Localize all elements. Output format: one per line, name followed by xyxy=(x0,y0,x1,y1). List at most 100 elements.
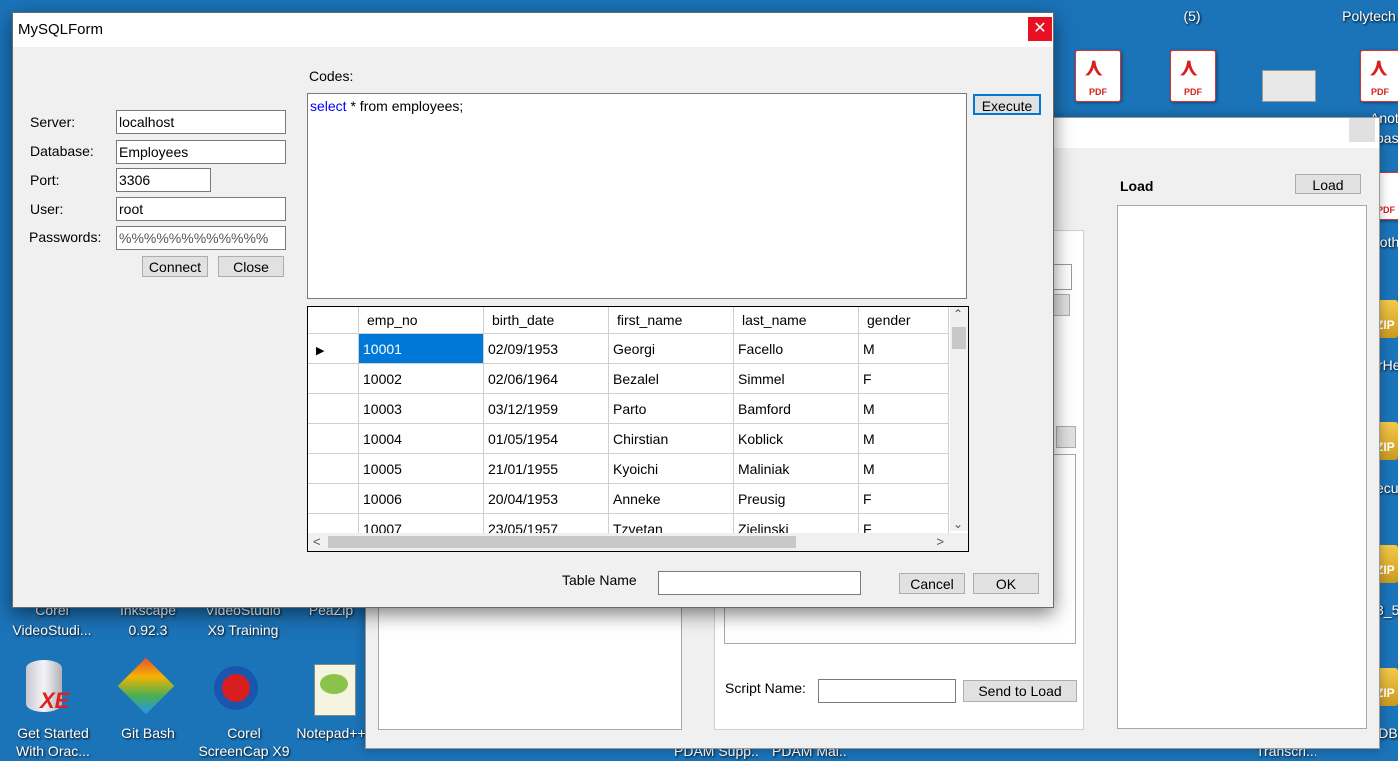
git-bash-icon[interactable] xyxy=(117,657,178,720)
grid-cell[interactable]: Facello xyxy=(733,333,859,364)
desktop-icon-label[interactable]: Git Bash xyxy=(108,723,188,743)
execute-button[interactable]: Execute xyxy=(973,94,1041,115)
scroll-down-icon[interactable]: ⌄ xyxy=(953,517,963,531)
grid-cell[interactable]: 10006 xyxy=(358,483,484,514)
desktop-icon-label[interactable]: VideoStudi... xyxy=(8,620,96,640)
grid-cell[interactable]: 01/05/1954 xyxy=(483,423,609,454)
sql-keyword: select xyxy=(310,98,347,114)
table-row[interactable]: ▶ 10001 02/09/1953 Georgi Facello M xyxy=(308,333,949,364)
pdf-icon[interactable]: ⋏ PDF xyxy=(1170,50,1216,102)
desktop-icon-label[interactable]: Notepad++ xyxy=(296,723,366,743)
desktop-icon-label[interactable]: Corel xyxy=(196,723,292,743)
load-button[interactable]: Load xyxy=(1295,174,1361,194)
document-icon[interactable] xyxy=(1262,70,1316,102)
horizontal-scrollbar[interactable]: < > xyxy=(308,533,950,551)
grid-corner-header[interactable] xyxy=(308,307,359,334)
row-header[interactable] xyxy=(308,453,359,484)
grid-cell[interactable]: 10005 xyxy=(358,453,484,484)
row-header[interactable] xyxy=(308,363,359,394)
corel-screencap-icon[interactable] xyxy=(210,660,270,720)
vertical-scrollbar[interactable]: ⌃ ⌄ xyxy=(950,307,968,531)
desktop-icon-label[interactable]: X9 Training xyxy=(198,620,288,640)
scroll-up-icon[interactable]: ⌃ xyxy=(953,307,963,321)
grid-cell[interactable]: Kyoichi xyxy=(608,453,734,484)
grid-cell[interactable]: Koblick xyxy=(733,423,859,454)
grid-cell[interactable]: M xyxy=(858,333,949,364)
passwords-input[interactable]: %%%%%%%%%%%% xyxy=(116,226,286,250)
column-header-first-name[interactable]: first_name xyxy=(608,307,734,334)
oracle-xe-icon[interactable]: XE xyxy=(20,660,80,720)
send-to-load-button[interactable]: Send to Load xyxy=(963,680,1077,702)
desktop-icon-label[interactable]: With Orac... xyxy=(8,741,98,761)
row-header[interactable]: ▶ xyxy=(308,333,359,364)
vertical-scroll-thumb[interactable] xyxy=(952,327,966,349)
row-header[interactable] xyxy=(308,483,359,514)
pdf-icon[interactable]: ⋏ PDF xyxy=(1360,50,1398,102)
database-input[interactable]: Employees xyxy=(116,140,286,164)
desktop-icon-label[interactable]: Get Started xyxy=(8,723,98,743)
sql-text: * from employees; xyxy=(346,98,464,114)
table-row[interactable]: 10003 03/12/1959 Parto Bamford M xyxy=(308,393,949,424)
grid-cell[interactable]: 10002 xyxy=(358,363,484,394)
column-header-emp-no[interactable]: emp_no xyxy=(358,307,484,334)
column-header-last-name[interactable]: last_name xyxy=(733,307,859,334)
grid-cell[interactable]: 03/12/1959 xyxy=(483,393,609,424)
grid-cell[interactable]: 20/04/1953 xyxy=(483,483,609,514)
grid-cell[interactable]: M xyxy=(858,393,949,424)
grid-cell[interactable]: F xyxy=(858,363,949,394)
scroll-right-icon[interactable]: > xyxy=(936,533,944,551)
scroll-left-icon[interactable]: < xyxy=(313,533,321,551)
table-row[interactable]: 10005 21/01/1955 Kyoichi Maliniak M xyxy=(308,453,949,484)
column-header-birth-date[interactable]: birth_date xyxy=(483,307,609,334)
pdf-icon[interactable]: ⋏ PDF xyxy=(1075,50,1121,102)
grid-cell[interactable]: 10003 xyxy=(358,393,484,424)
grid-cell[interactable]: 10004 xyxy=(358,423,484,454)
grid-cell[interactable]: Bamford xyxy=(733,393,859,424)
grid-cell[interactable]: Bezalel xyxy=(608,363,734,394)
grid-cell[interactable]: M xyxy=(858,423,949,454)
port-label: Port: xyxy=(30,172,60,188)
load-list[interactable] xyxy=(1117,205,1367,729)
desktop-label: rHe xyxy=(1378,357,1398,373)
server-input[interactable]: localhost xyxy=(116,110,286,134)
user-input[interactable]: root xyxy=(116,197,286,221)
grid-cell[interactable]: Parto xyxy=(608,393,734,424)
grid-cell[interactable]: Anneke xyxy=(608,483,734,514)
horizontal-scroll-thumb[interactable] xyxy=(328,536,796,548)
table-name-input[interactable] xyxy=(658,571,861,595)
port-input[interactable]: 3306 xyxy=(116,168,211,192)
grid-cell[interactable]: Georgi xyxy=(608,333,734,364)
grid-cell[interactable]: Chirstian xyxy=(608,423,734,454)
grid-cell[interactable]: F xyxy=(858,483,949,514)
connect-button[interactable]: Connect xyxy=(142,256,208,277)
row-header[interactable] xyxy=(308,393,359,424)
desktop-icon-label[interactable]: 0.92.3 xyxy=(108,620,188,640)
dialog-titlebar: MySQLForm ✕ xyxy=(13,13,1053,47)
script-name-label: Script Name: xyxy=(725,680,806,696)
table-row[interactable]: 10006 20/04/1953 Anneke Preusig F xyxy=(308,483,949,514)
row-header[interactable] xyxy=(308,423,359,454)
table-row[interactable]: 10004 01/05/1954 Chirstian Koblick M xyxy=(308,423,949,454)
sql-code-editor[interactable]: select * from employees; xyxy=(307,93,967,299)
grid-cell[interactable]: 02/09/1953 xyxy=(483,333,609,364)
grid-cell[interactable]: Simmel xyxy=(733,363,859,394)
results-grid[interactable]: emp_no birth_date first_name last_name g… xyxy=(307,306,969,552)
script-name-input[interactable] xyxy=(818,679,956,703)
grid-cell[interactable]: 21/01/1955 xyxy=(483,453,609,484)
grid-cell[interactable]: M xyxy=(858,453,949,484)
grid-cell[interactable]: Maliniak xyxy=(733,453,859,484)
ok-button[interactable]: OK xyxy=(973,573,1039,594)
table-name-label: Table Name xyxy=(562,572,637,588)
close-button[interactable]: Close xyxy=(218,256,284,277)
grid-cell[interactable]: 02/06/1964 xyxy=(483,363,609,394)
grid-cell[interactable]: Preusig xyxy=(733,483,859,514)
grid-cell[interactable]: 10001 xyxy=(358,333,484,364)
column-header-gender[interactable]: gender xyxy=(858,307,949,334)
desktop-icon-label[interactable]: ScreenCap X9 xyxy=(196,741,292,761)
small-button[interactable] xyxy=(1056,426,1076,448)
close-icon[interactable]: ✕ xyxy=(1028,17,1052,41)
cancel-button[interactable]: Cancel xyxy=(899,573,965,594)
table-row[interactable]: 10002 02/06/1964 Bezalel Simmel F xyxy=(308,363,949,394)
notepad-plus-icon[interactable] xyxy=(310,660,370,720)
close-icon[interactable] xyxy=(1349,118,1375,142)
